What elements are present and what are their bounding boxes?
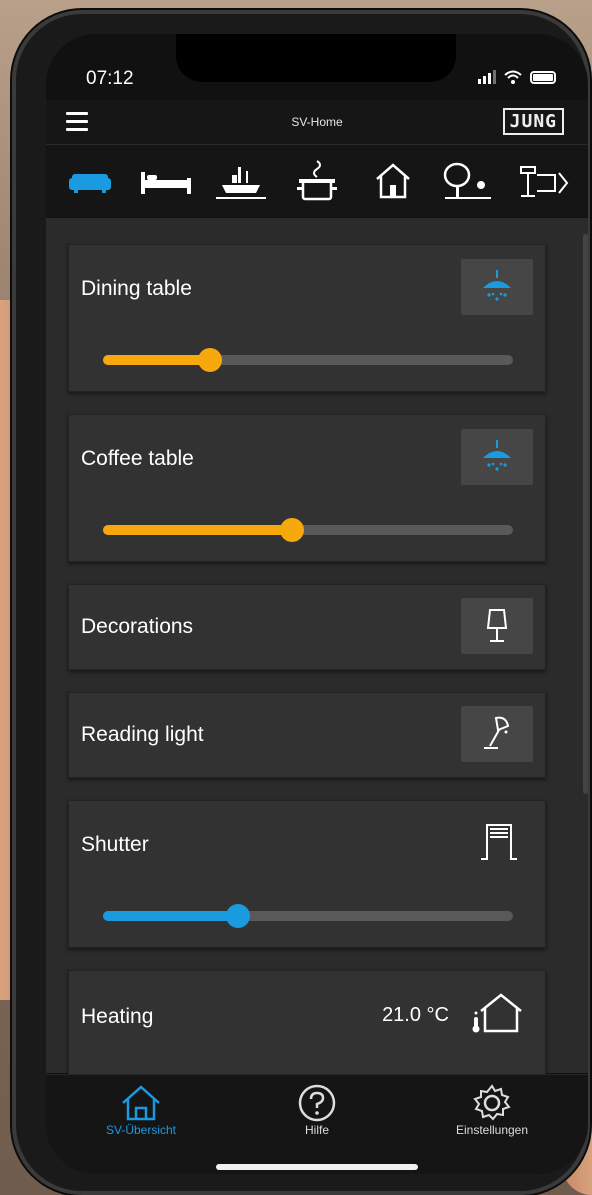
home-icon [119, 1083, 163, 1123]
device-label: Dining table [81, 277, 192, 301]
device-card-shutter: Shutter [68, 800, 546, 948]
shutter-slider[interactable] [103, 911, 513, 921]
nav-overview[interactable]: SV-Übersicht [61, 1083, 221, 1137]
desk-lamp-icon [480, 714, 514, 754]
slider-fill [103, 355, 210, 365]
toggle-button[interactable] [461, 598, 533, 654]
nav-label-overview: SV-Übersicht [61, 1123, 221, 1137]
ceiling-lamp-icon [477, 438, 517, 476]
toggle-button[interactable] [461, 429, 533, 485]
house-icon [373, 161, 413, 201]
gear-icon [472, 1083, 512, 1123]
shutter-icon [477, 819, 521, 863]
room-tabs [46, 145, 588, 217]
toggle-button[interactable] [461, 706, 533, 762]
home-indicator[interactable] [216, 1164, 418, 1170]
sofa-icon [68, 166, 112, 196]
cooking-pot-icon [295, 159, 339, 203]
nav-help[interactable]: Hilfe [237, 1083, 397, 1137]
toggle-button[interactable] [461, 259, 533, 315]
terrace-icon [515, 161, 573, 201]
tab-dining[interactable] [212, 157, 270, 205]
table-lamp-icon [482, 606, 512, 646]
nav-settings[interactable]: Einstellungen [412, 1083, 572, 1137]
nav-label-help: Hilfe [237, 1123, 397, 1137]
bed-icon [139, 166, 193, 196]
ceiling-lamp-icon [477, 268, 517, 306]
signal-icon [478, 70, 496, 84]
scrollbar[interactable] [583, 234, 588, 794]
dimmer-slider[interactable] [103, 525, 513, 535]
battery-icon [530, 71, 556, 84]
heating-button[interactable] [469, 991, 523, 1040]
device-card-reading-light: Reading light [68, 692, 546, 778]
bottom-navigation: SV-Übersicht Hilfe [46, 1074, 588, 1174]
slider-thumb[interactable] [226, 904, 250, 928]
device-label: Reading light [81, 723, 204, 747]
tab-garden[interactable] [439, 157, 497, 205]
slider-fill [103, 525, 292, 535]
tab-house[interactable] [364, 157, 422, 205]
dining-icon [214, 161, 268, 201]
tab-bed[interactable] [137, 157, 195, 205]
notch [176, 34, 456, 82]
tab-sofa[interactable] [61, 157, 119, 205]
dimmer-slider[interactable] [103, 355, 513, 365]
slider-thumb[interactable] [198, 348, 222, 372]
device-label: Heating [81, 1005, 153, 1029]
temperature-value: 21.0 °C [382, 1004, 449, 1027]
device-label: Shutter [81, 833, 149, 857]
device-card-decorations: Decorations [68, 584, 546, 670]
nav-label-settings: Einstellungen [412, 1123, 572, 1137]
status-icons [478, 70, 556, 84]
wifi-icon [504, 70, 522, 84]
help-icon [297, 1083, 337, 1123]
phone-frame: 07:12 SV-Home JUNG [12, 10, 590, 1195]
device-list: Dining table Coffee table [46, 218, 588, 1073]
garden-icon [441, 161, 495, 201]
brand-logo: JUNG [503, 108, 564, 135]
shutter-button[interactable] [477, 819, 521, 868]
device-label: Decorations [81, 615, 193, 639]
device-card-dining-table: Dining table [68, 244, 546, 392]
device-card-coffee-table: Coffee table [68, 414, 546, 562]
device-label: Coffee table [81, 447, 194, 471]
tab-kitchen[interactable] [288, 157, 346, 205]
status-time: 07:12 [86, 68, 134, 90]
app-header: SV-Home JUNG [46, 100, 588, 145]
slider-fill [103, 911, 238, 921]
thermostat-house-icon [469, 991, 523, 1035]
tab-terrace[interactable] [515, 157, 573, 205]
slider-thumb[interactable] [280, 518, 304, 542]
phone-screen: 07:12 SV-Home JUNG [46, 34, 588, 1174]
